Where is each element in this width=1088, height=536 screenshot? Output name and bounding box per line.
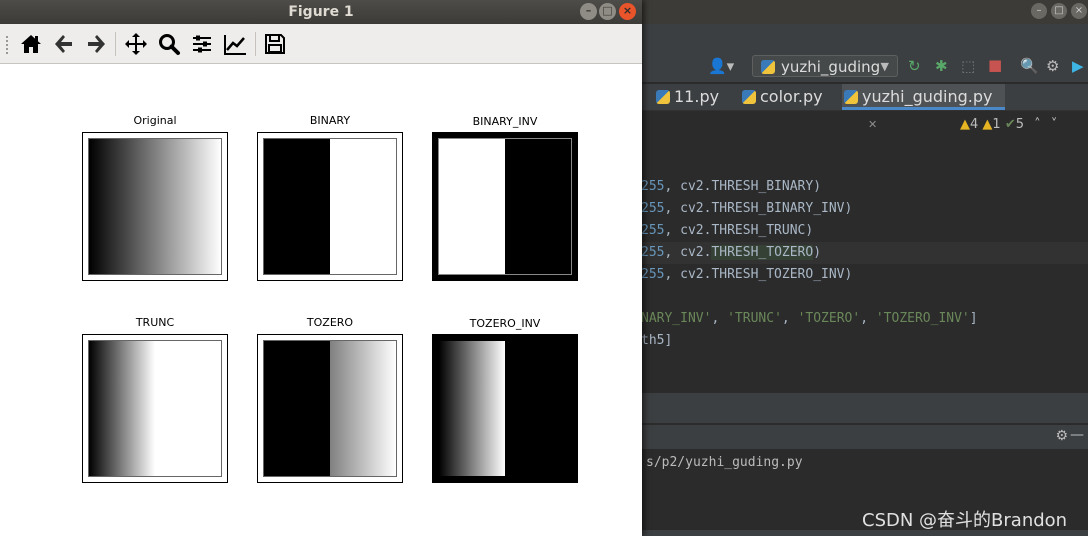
warning-count: 4 [970, 117, 979, 132]
minimize-panel-icon[interactable]: — [1070, 427, 1084, 443]
tab-11-py[interactable]: 11.py [654, 84, 719, 110]
save-button[interactable] [261, 30, 289, 58]
image-binary [263, 138, 397, 275]
chevron-up-icon[interactable]: ˄ [1034, 117, 1041, 132]
toolbar-separator [255, 32, 256, 56]
subplot-title-trunc: TRUNC [135, 316, 175, 329]
run-config-label: yuzhi_guding [781, 58, 881, 76]
tab-label: 11.py [674, 87, 720, 106]
python-file-icon [761, 60, 775, 74]
back-arrow-icon [55, 35, 72, 53]
ide-close-button[interactable]: × [1071, 3, 1087, 19]
subplot-title-binary-inv: BINARY_INV [472, 115, 538, 128]
image-tozero [263, 340, 397, 477]
rerun-icon[interactable]: ↻ [908, 57, 921, 75]
home-icon [21, 35, 41, 53]
image-binary-inv [438, 138, 572, 275]
forward-arrow-icon [88, 35, 105, 53]
subplot-tozero [257, 334, 403, 483]
editor-tabs: 11.py color.py yuzhi_guding.py ✕ [642, 84, 1088, 131]
minimize-button[interactable]: – [580, 3, 597, 20]
save-floppy-icon [265, 34, 285, 54]
warning-icon: ▲ [960, 117, 970, 132]
run-panel-header: ⚙ — [642, 425, 1088, 449]
pan-move-icon [125, 33, 147, 55]
python-file-icon [656, 90, 670, 104]
toolbar-separator [115, 32, 116, 56]
plugin-icon[interactable]: ▶ [1072, 57, 1084, 75]
subplot-title-original: Original [133, 114, 177, 127]
user-icon[interactable]: 👤▾ [708, 57, 734, 75]
subplot-binary-inv [432, 132, 578, 281]
tab-label: yuzhi_guding.py [862, 87, 993, 106]
subplot-tozero-inv [432, 334, 578, 483]
settings-gear-icon[interactable]: ⚙ [1055, 428, 1068, 444]
back-button[interactable] [50, 30, 78, 58]
chevron-down-icon: ▼ [880, 60, 889, 73]
window-title: Figure 1 [288, 4, 354, 20]
stop-icon[interactable]: ■ [988, 56, 1002, 74]
ide-maximize-button[interactable]: □ [1051, 3, 1067, 19]
figure-canvas[interactable]: Original BINARY BINARY_INV TRUNC TOZERO … [0, 64, 642, 536]
subplot-title-tozero: TOZERO [306, 316, 354, 329]
close-tab-icon[interactable]: ✕ [868, 118, 877, 131]
tab-yuzhi-guding-py[interactable]: yuzhi_guding.py ✕ [842, 84, 1005, 131]
navigation-toolbar [0, 24, 642, 64]
toolbar-grip[interactable] [6, 36, 8, 54]
forward-button[interactable] [82, 30, 110, 58]
chevron-down-icon[interactable]: ˅ [1051, 117, 1058, 132]
zoom-button[interactable] [155, 30, 183, 58]
edit-axes-button[interactable] [221, 30, 249, 58]
weak-warning-count: 1 [992, 117, 1001, 132]
debug-bug-icon[interactable]: ✱ [935, 57, 948, 75]
editor-divider [642, 393, 1088, 423]
python-file-icon [844, 90, 858, 104]
coverage-icon[interactable]: ⬚ [961, 57, 975, 75]
subplot-trunc [82, 334, 228, 483]
edit-axes-icon [224, 35, 246, 55]
check-count: 5 [1015, 117, 1025, 132]
check-icon: ✔ [1004, 117, 1016, 132]
image-tozero-inv [438, 340, 572, 477]
weak-warning-icon: ▲ [982, 117, 993, 132]
figure-titlebar: Figure 1 – □ × [0, 0, 642, 24]
home-button[interactable] [17, 30, 45, 58]
run-output-text: s/p2/yuzhi_guding.py [646, 455, 803, 470]
pan-button[interactable] [122, 30, 150, 58]
figure-window: Figure 1 – □ × Original BINARY BINARY_IN… [0, 0, 642, 536]
subplots-config-icon [193, 35, 211, 53]
inspection-widget[interactable]: ▲4 ▲1 ✔5 ˄ ˅ [960, 117, 1057, 132]
close-button[interactable]: × [619, 3, 636, 20]
subplot-original [82, 132, 228, 281]
search-icon[interactable]: 🔍 [1020, 57, 1039, 75]
python-file-icon [742, 90, 756, 104]
zoom-magnifier-icon [159, 34, 180, 55]
settings-gear-icon[interactable]: ⚙ [1046, 57, 1059, 75]
tab-label: color.py [760, 87, 823, 106]
run-config-dropdown[interactable]: yuzhi_guding ▼ [752, 55, 898, 77]
subplot-title-tozero-inv: TOZERO_INV [469, 317, 541, 330]
maximize-button[interactable]: □ [599, 3, 616, 20]
subplot-binary [257, 132, 403, 281]
subplots-button[interactable] [188, 30, 216, 58]
watermark: CSDN @奋斗的Brandon [862, 510, 1068, 531]
image-original [88, 138, 222, 275]
image-trunc [88, 340, 222, 477]
ide-minimize-button[interactable]: – [1031, 3, 1047, 19]
tab-color-py[interactable]: color.py [740, 84, 823, 110]
subplot-title-binary: BINARY [309, 114, 351, 127]
